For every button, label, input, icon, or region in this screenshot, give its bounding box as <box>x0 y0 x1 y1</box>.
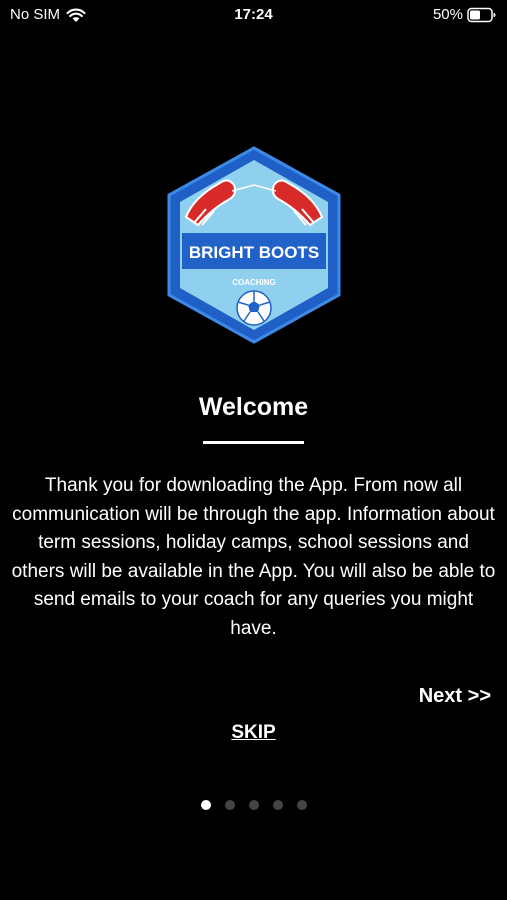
page-dot-5[interactable] <box>296 800 307 810</box>
status-right: 50% <box>433 6 497 23</box>
page-dot-1[interactable] <box>200 800 211 810</box>
soccer-ball-icon <box>236 290 272 326</box>
skip-label: SKIP <box>231 722 276 743</box>
page-indicator <box>0 800 507 810</box>
page-dot-2[interactable] <box>224 800 235 810</box>
next-button[interactable]: Next >> <box>419 685 491 708</box>
skip-button[interactable]: SKIP <box>0 722 507 744</box>
status-time: 17:24 <box>234 6 273 23</box>
logo-brand-text: BRIGHT BOOTS <box>189 243 319 262</box>
title-underline <box>203 441 304 444</box>
battery-fill <box>470 10 480 19</box>
page-dot-3[interactable] <box>248 800 259 810</box>
battery-percentage: 50% <box>432 6 463 23</box>
bright-boots-logo: BRIGHT BOOTS COACHING <box>167 146 341 344</box>
logo-subtitle-text: COACHING <box>232 278 276 287</box>
battery-icon <box>467 7 496 22</box>
page-dot-4[interactable] <box>272 800 283 810</box>
welcome-message: Thank you for downloading the App. From … <box>11 475 496 639</box>
status-bar: No SIM 17:24 50% <box>0 0 507 30</box>
welcome-title: Welcome <box>198 393 309 421</box>
